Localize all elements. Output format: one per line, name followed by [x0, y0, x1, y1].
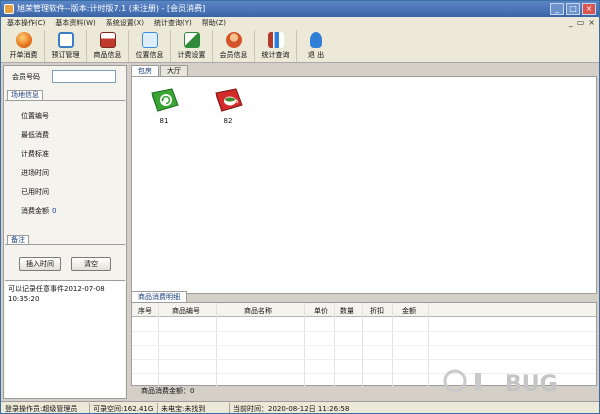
table-header: 序号 商品编号 商品名称 单价 数量 折扣 金额 — [132, 303, 596, 317]
site-row-position: 位置编号 — [21, 111, 52, 121]
site-row-consumption-amount: 消费金额 0 — [21, 206, 56, 216]
minimize-button[interactable]: _ — [550, 3, 564, 15]
col-amount[interactable]: 金额 — [402, 306, 416, 316]
menu-basic-ops[interactable]: 基本操作(C) — [7, 18, 45, 28]
menu-help[interactable]: 帮助(Z) — [202, 18, 226, 28]
site-row-used-time: 已用时间 — [21, 187, 52, 197]
mdi-minimize-button[interactable]: _ — [569, 18, 573, 27]
member-number-label: 会员号码 — [12, 73, 40, 81]
col-index[interactable]: 序号 — [138, 306, 152, 316]
mdi-close-button[interactable]: × — [588, 18, 595, 27]
site-info-panel: 位置编号 最低消费 计费标准 进场时间 已用时间 消费金额 0 — [5, 100, 125, 234]
title-bar[interactable]: 旭荣管理软件--版本:计时版7.1 (未注册) - [会员消费] _ □ × — [1, 1, 599, 17]
goods-label: 商品信息 — [93, 51, 122, 59]
member-info-button[interactable]: 会员信息 — [213, 30, 255, 62]
summary-value: 0 — [190, 387, 195, 395]
insert-time-button[interactable]: 插入时间 — [19, 257, 61, 271]
status-lock: 未电宝:未找到 — [161, 405, 206, 413]
exit-button[interactable]: 退 出 — [297, 30, 335, 62]
toolbar: 开单消费 预订管理 商品信息 位置信息 计费设置 会员信息 统计查询 退 出 — [1, 29, 599, 63]
room-81[interactable]: 81 — [146, 87, 182, 125]
exit-icon — [310, 32, 322, 48]
note-textarea[interactable]: 可以记录任意事件2012-07-08 10:35:20 — [5, 280, 125, 398]
summary-label: 商品消费金额： — [141, 387, 190, 395]
menu-system-settings[interactable]: 系统设置(X) — [106, 18, 144, 28]
menu-basic-data[interactable]: 基本资料(W) — [55, 18, 95, 28]
room-label: 82 — [223, 117, 233, 125]
stats-label: 统计查询 — [261, 51, 290, 59]
room-grid: 81 82 — [131, 76, 597, 294]
location-icon — [141, 32, 158, 48]
right-panel: 包房 大厅 81 82 商品消费明细 序号 商品编号 商品名称 单价 数量 折扣… — [131, 65, 597, 399]
clear-button[interactable]: 清空 — [71, 257, 111, 271]
left-panel: 会员号码 场地信息 位置编号 最低消费 计费标准 进场时间 已用时间 消费金额 0 — [3, 65, 127, 399]
status-time: 当前时间：2020-08-12日 11:26:58 — [233, 405, 350, 413]
mdi-restore-button[interactable]: ▭ — [577, 18, 585, 27]
status-disk: 可录空间:162.41G — [93, 405, 154, 413]
location-button[interactable]: 位置信息 — [129, 30, 171, 62]
site-row-value: 0 — [52, 207, 57, 215]
room-available-icon — [150, 87, 180, 113]
maximize-button[interactable]: □ — [566, 3, 580, 15]
close-button[interactable]: × — [582, 3, 596, 15]
row-divider — [132, 345, 596, 346]
status-operator: 登录操作员:超级管理员 — [5, 405, 78, 413]
start-order-label: 开单消费 — [9, 51, 38, 59]
col-quantity[interactable]: 数量 — [340, 306, 354, 316]
booking-icon — [57, 32, 74, 48]
site-row-min-consumption: 最低消费 — [21, 130, 52, 140]
tab-goods-detail[interactable]: 商品消费明细 — [131, 291, 187, 302]
col-discount[interactable]: 折扣 — [370, 306, 384, 316]
app-logo-icon — [4, 4, 14, 14]
status-divider — [89, 403, 90, 413]
billing-label: 计费设置 — [177, 51, 206, 59]
stats-query-button[interactable]: 统计查询 — [255, 30, 297, 62]
tab-hall[interactable]: 大厅 — [160, 65, 188, 76]
location-label: 位置信息 — [135, 51, 164, 59]
note-actions: 插入时间 清空 — [5, 244, 125, 280]
billing-icon — [183, 32, 200, 48]
booking-button[interactable]: 预订管理 — [45, 30, 87, 62]
site-info-tab[interactable]: 场地信息 — [7, 90, 43, 100]
watermark-logo: BUG — [421, 367, 597, 401]
site-row-label: 消费金额 — [21, 207, 49, 215]
start-order-button[interactable]: 开单消费 — [3, 30, 45, 62]
col-unit-price[interactable]: 单价 — [314, 306, 328, 316]
member-label: 会员信息 — [219, 51, 248, 59]
row-divider — [132, 359, 596, 360]
member-icon — [225, 32, 242, 48]
col-goods-code[interactable]: 商品编号 — [172, 306, 200, 316]
exit-label: 退 出 — [307, 51, 325, 59]
stats-icon — [267, 32, 284, 48]
goods-icon — [99, 32, 116, 48]
site-row-billing-standard: 计费标准 — [21, 149, 52, 159]
status-bar: 登录操作员:超级管理员 可录空间:162.41G 未电宝:未找到 当前时间：20… — [1, 401, 599, 413]
site-row-entry-time: 进场时间 — [21, 168, 52, 178]
room-82[interactable]: 82 — [210, 87, 246, 125]
menu-bar: 基本操作(C) 基本资料(W) 系统设置(X) 统计查询(Y) 帮助(Z) _ … — [1, 17, 599, 29]
site-row-label: 计费标准 — [21, 150, 49, 158]
row-divider — [132, 331, 596, 332]
room-label: 81 — [159, 117, 169, 125]
watermark-text: BUG — [505, 372, 558, 397]
window-title: 旭荣管理软件--版本:计时版7.1 (未注册) - [会员消费] — [17, 4, 206, 13]
room-in-use-icon — [214, 87, 244, 113]
billing-settings-button[interactable]: 计费设置 — [171, 30, 213, 62]
site-row-label: 最低消费 — [21, 131, 49, 139]
app-window: 旭荣管理软件--版本:计时版7.1 (未注册) - [会员消费] _ □ × 基… — [0, 0, 600, 414]
start-order-icon — [15, 32, 32, 48]
menu-statistics[interactable]: 统计查询(Y) — [154, 18, 192, 28]
status-divider — [229, 403, 230, 413]
tab-private-room[interactable]: 包房 — [131, 65, 159, 76]
goods-button[interactable]: 商品信息 — [87, 30, 129, 62]
status-divider — [157, 403, 158, 413]
member-row: 会员号码 — [4, 66, 126, 86]
col-goods-name[interactable]: 商品名称 — [244, 306, 272, 316]
site-row-label: 已用时间 — [21, 188, 49, 196]
member-number-input[interactable] — [52, 70, 116, 83]
booking-label: 预订管理 — [51, 51, 80, 59]
site-row-label: 进场时间 — [21, 169, 49, 177]
site-row-label: 位置编号 — [21, 112, 49, 120]
